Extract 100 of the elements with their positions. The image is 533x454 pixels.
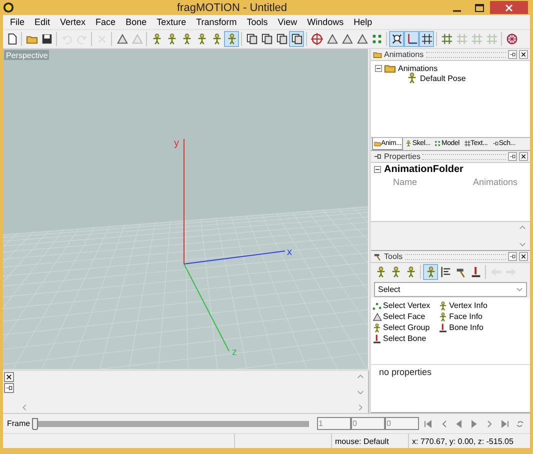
figure-icon	[226, 33, 238, 45]
tree-item[interactable]: Default Pose	[420, 74, 466, 82]
toolbar-button[interactable]	[419, 31, 434, 47]
window-title: fragMOTION - Untitled	[176, 2, 288, 14]
menu-item[interactable]: Windows	[302, 17, 349, 27]
triangle-icon	[340, 33, 352, 45]
tool-item[interactable]: Select Bone	[372, 333, 430, 344]
toolbar-button[interactable]	[504, 31, 519, 47]
hash-icon	[440, 33, 452, 45]
figure-icon	[424, 266, 436, 278]
figure-icon	[150, 33, 162, 45]
property-name: Name	[393, 176, 418, 186]
close-button[interactable]	[4, 372, 14, 382]
menu-item[interactable]: Tools	[242, 17, 273, 27]
scroll-up-icon[interactable]	[357, 373, 364, 380]
slider-thumb[interactable]	[32, 418, 38, 430]
toolbar-button[interactable]	[244, 31, 259, 47]
menu-item[interactable]: Bone	[120, 17, 152, 27]
scroll-right-icon[interactable]	[357, 404, 364, 411]
close-button[interactable]	[519, 252, 528, 261]
tool-item[interactable]: Face Info	[438, 311, 488, 322]
viewport-label: Perspective	[6, 51, 48, 60]
menu-item[interactable]: File	[5, 17, 30, 27]
pin-icon	[5, 384, 13, 392]
triangle-icon	[130, 33, 142, 45]
toolbar-button[interactable]	[404, 31, 419, 47]
status-text: x: 770.67, y: 0.00, z: -515.05	[412, 436, 514, 446]
pin-icon	[492, 140, 499, 147]
close-icon	[5, 373, 13, 381]
menu-item[interactable]: Help	[348, 17, 378, 27]
panel-title: Tools	[384, 252, 403, 261]
scroll-down-icon[interactable]	[357, 388, 364, 396]
menu-item[interactable]: Vertex	[55, 17, 91, 27]
figure-icon	[404, 266, 416, 278]
close-button[interactable]	[519, 152, 528, 161]
toolbar-button[interactable]	[259, 31, 274, 47]
figure-icon	[372, 322, 382, 332]
bone-icon	[470, 266, 482, 278]
app-logo-icon	[3, 2, 14, 13]
menu-item[interactable]: Face	[90, 17, 121, 27]
tree-item[interactable]: Animations	[398, 64, 438, 72]
triangle-icon	[116, 33, 128, 45]
folder-icon	[26, 33, 38, 45]
figure-icon	[374, 266, 386, 278]
menu-item[interactable]: Edit	[30, 17, 56, 27]
property-category: AnimationFolder	[384, 164, 464, 175]
stacked-pages-icon	[260, 33, 272, 45]
pin-button[interactable]	[4, 383, 14, 393]
first-frame-icon[interactable]	[422, 418, 434, 430]
grid-icon	[420, 33, 432, 45]
figure-icon	[438, 312, 448, 322]
menu-item[interactable]: Texture	[152, 17, 192, 27]
hammer-icon	[454, 266, 466, 278]
page-icon	[6, 33, 18, 45]
tool-item[interactable]: Vertex Info	[438, 300, 488, 311]
collapse-icon[interactable]	[375, 64, 382, 72]
tool-properties-text: no properties	[371, 364, 530, 381]
pin-icon	[373, 152, 382, 161]
figure-icon	[210, 33, 222, 45]
dots-icon	[370, 33, 382, 45]
grid-icon	[464, 140, 471, 147]
skull-icon	[390, 33, 402, 45]
dots-icon	[434, 140, 442, 147]
pin-button[interactable]	[508, 152, 517, 161]
axis-label: z	[232, 347, 237, 358]
property-value: Animations	[473, 176, 518, 186]
toolbar-button[interactable]	[389, 31, 404, 47]
menu-item[interactable]: Transform	[191, 17, 242, 27]
scroll-up-icon[interactable]	[519, 224, 526, 231]
figure-icon	[390, 266, 402, 278]
triangle-icon	[326, 33, 338, 45]
tool-item[interactable]: Bone Info	[438, 322, 488, 333]
panel-title: Properties	[384, 152, 420, 161]
bars-icon	[440, 266, 452, 278]
menu-item[interactable]: View	[272, 17, 302, 27]
tool-item[interactable]: Select Vertex	[372, 300, 430, 311]
toolbar-button[interactable]	[289, 31, 304, 47]
pin-button[interactable]	[508, 50, 517, 59]
pin-button[interactable]	[508, 252, 517, 261]
tool-item[interactable]: Select Group	[372, 322, 430, 333]
close-button[interactable]	[519, 50, 528, 59]
hammer-icon	[373, 252, 382, 261]
scroll-left-icon[interactable]	[21, 404, 28, 411]
stacked-pages-icon	[246, 33, 258, 45]
panel-title: Animations	[384, 50, 424, 59]
save-icon	[40, 33, 52, 45]
hash-icon	[486, 33, 498, 45]
tool-dropdown[interactable]: Select	[374, 282, 527, 297]
dropdown-caret-icon[interactable]	[516, 286, 523, 293]
axis-label: x	[287, 247, 292, 258]
toolbar-button[interactable]	[274, 31, 289, 47]
close-icon	[520, 253, 527, 260]
pin-icon	[509, 253, 516, 260]
pin-icon	[509, 51, 516, 58]
close-icon	[505, 4, 513, 12]
scroll-down-icon[interactable]	[519, 241, 526, 248]
collapse-icon[interactable]	[374, 166, 381, 173]
tool-item[interactable]: Select Face	[372, 311, 430, 322]
last-frame-icon[interactable]	[499, 418, 511, 430]
folder-icon	[373, 50, 382, 59]
